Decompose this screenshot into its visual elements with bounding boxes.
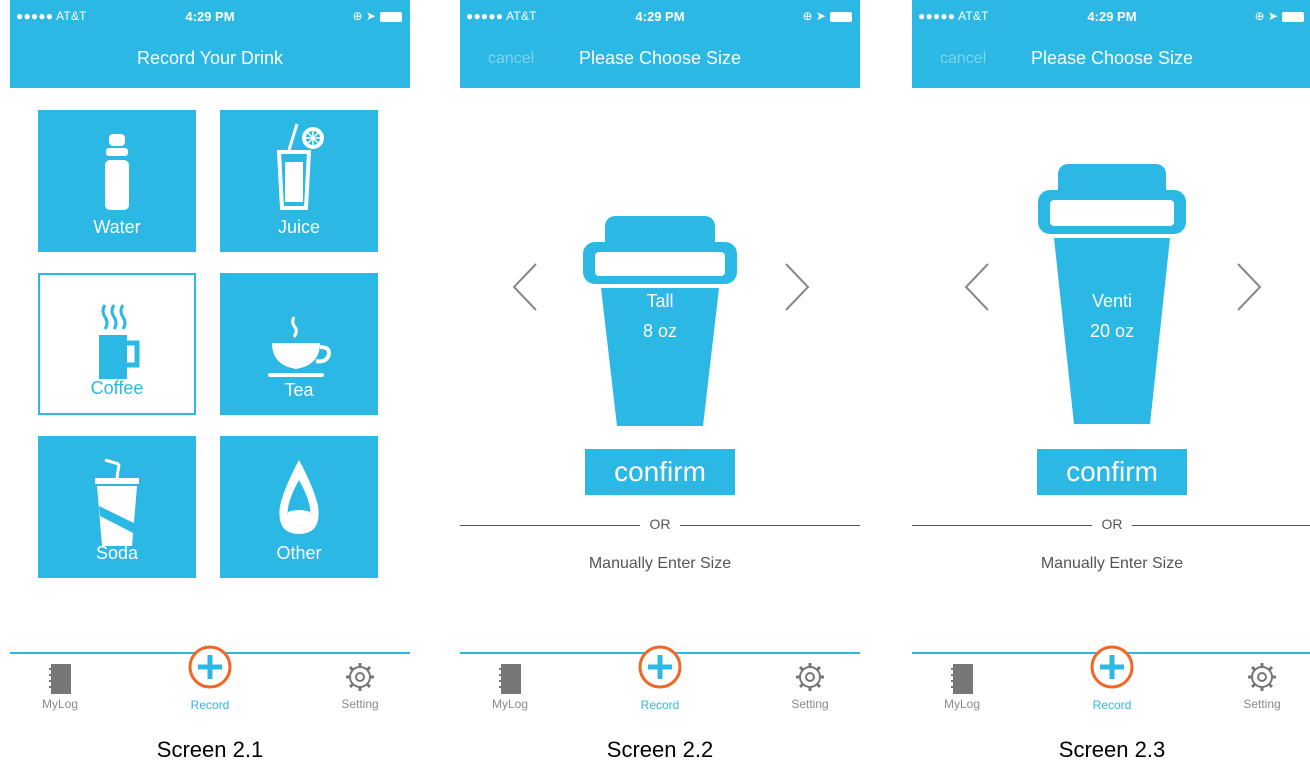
tile-coffee[interactable]: Coffee xyxy=(38,273,196,415)
tile-soda[interactable]: Soda xyxy=(38,436,196,578)
notebook-icon xyxy=(499,664,521,694)
tab-record[interactable]: Record xyxy=(160,645,260,715)
tile-tea-label: Tea xyxy=(284,380,314,400)
status-bar: ●●●●● AT&T 4:29 PM ⊕ ➤ xyxy=(10,0,410,30)
tab-setting-label: Setting xyxy=(1243,697,1281,711)
screen-choose-size-tall: ●●●●● AT&T 4:29 PM ⊕ ➤ cancel Please Cho… xyxy=(460,0,860,720)
tab-setting[interactable]: Setting xyxy=(1212,655,1310,715)
tab-setting[interactable]: Setting xyxy=(310,655,410,715)
caption-screen-2: Screen 2.2 xyxy=(606,737,714,762)
drop-icon xyxy=(279,460,319,534)
caption-screen-3: Screen 2.3 xyxy=(1058,737,1166,762)
juice-glass-icon xyxy=(276,123,324,210)
size-oz: 20 oz xyxy=(1089,321,1135,341)
tab-record-label: Record xyxy=(640,698,680,712)
tab-setting-label: Setting xyxy=(791,697,829,711)
coffee-mug-icon xyxy=(99,304,140,379)
soda-cup-icon xyxy=(95,458,139,546)
size-oz: 8 oz xyxy=(642,321,678,341)
page-title: Record Your Drink xyxy=(136,48,284,68)
size-name: Tall xyxy=(646,291,674,311)
nav-bar: ●●●●● AT&T 4:29 PM ⊕ ➤ cancel Please Cho… xyxy=(460,0,860,88)
tile-coffee-label: Coffee xyxy=(90,378,144,398)
screen-choose-size-venti: ●●●●● AT&T 4:29 PM ⊕ ➤ cancel Please Cho… xyxy=(912,0,1310,720)
water-bottle-icon xyxy=(105,134,129,210)
tile-other[interactable]: Other xyxy=(220,436,378,578)
status-time: 4:29 PM xyxy=(185,9,235,24)
tab-setting-label: Setting xyxy=(341,697,379,711)
tab-mylog-label: MyLog xyxy=(943,697,981,711)
nav-bar: ●●●●● AT&T 4:29 PM ⊕ ➤ cancel Please Cho… xyxy=(912,0,1310,88)
size-name: Venti xyxy=(1091,291,1133,311)
notebook-icon xyxy=(951,664,973,694)
tab-mylog-label: MyLog xyxy=(491,697,529,711)
tile-soda-label: Soda xyxy=(95,543,139,563)
or-label: OR xyxy=(1101,516,1123,532)
confirm-button[interactable]: confirm xyxy=(1037,449,1187,495)
tile-other-label: Other xyxy=(276,543,322,563)
manual-enter-size-link[interactable]: Manually Enter Size xyxy=(460,555,860,573)
tab-mylog[interactable]: MyLog xyxy=(10,655,110,715)
tab-record[interactable]: Record xyxy=(1062,645,1162,715)
tile-juice-label: Juice xyxy=(277,217,321,237)
battery-icon: ⊕ ➤ xyxy=(803,9,852,23)
page-title: Please Choose Size xyxy=(578,48,742,68)
battery-icon: ⊕ ➤ xyxy=(353,9,402,23)
gear-icon xyxy=(346,663,374,691)
tab-mylog[interactable]: MyLog xyxy=(912,655,1012,715)
status-bar: ●●●●● AT&T 4:29 PM ⊕ ➤ xyxy=(460,0,860,30)
caption-screen-1: Screen 2.1 xyxy=(156,737,264,762)
gear-icon xyxy=(1248,663,1276,691)
tab-mylog[interactable]: MyLog xyxy=(460,655,560,715)
tab-mylog-label: MyLog xyxy=(41,697,79,711)
status-bar: ●●●●● AT&T 4:29 PM ⊕ ➤ xyxy=(912,0,1310,30)
or-label: OR xyxy=(649,516,671,532)
tile-water-label: Water xyxy=(93,217,141,237)
cup-tall-icon xyxy=(583,216,737,426)
tile-water[interactable]: Water xyxy=(38,110,196,252)
record-plus-icon xyxy=(1090,645,1134,689)
tab-record-label: Record xyxy=(1092,698,1132,712)
battery-icon: ⊕ ➤ xyxy=(1255,9,1304,23)
gear-icon xyxy=(796,663,824,691)
page-title: Please Choose Size xyxy=(1030,48,1194,68)
tile-juice[interactable]: Juice xyxy=(220,110,378,252)
status-time: 4:29 PM xyxy=(1087,9,1137,24)
tab-record[interactable]: Record xyxy=(610,645,710,715)
record-plus-icon xyxy=(638,645,682,689)
tab-setting[interactable]: Setting xyxy=(760,655,860,715)
status-time: 4:29 PM xyxy=(635,9,685,24)
notebook-icon xyxy=(49,664,71,694)
screen-record-drink: ●●●●● AT&T 4:29 PM ⊕ ➤ Record Your Drink… xyxy=(10,0,410,720)
tea-cup-icon xyxy=(268,316,331,377)
record-plus-icon xyxy=(188,645,232,689)
manual-enter-size-link[interactable]: Manually Enter Size xyxy=(912,555,1310,573)
tab-record-label: Record xyxy=(190,698,230,712)
confirm-button[interactable]: confirm xyxy=(585,449,735,495)
tile-tea[interactable]: Tea xyxy=(220,273,378,415)
nav-bar: ●●●●● AT&T 4:29 PM ⊕ ➤ Record Your Drink xyxy=(10,0,410,88)
